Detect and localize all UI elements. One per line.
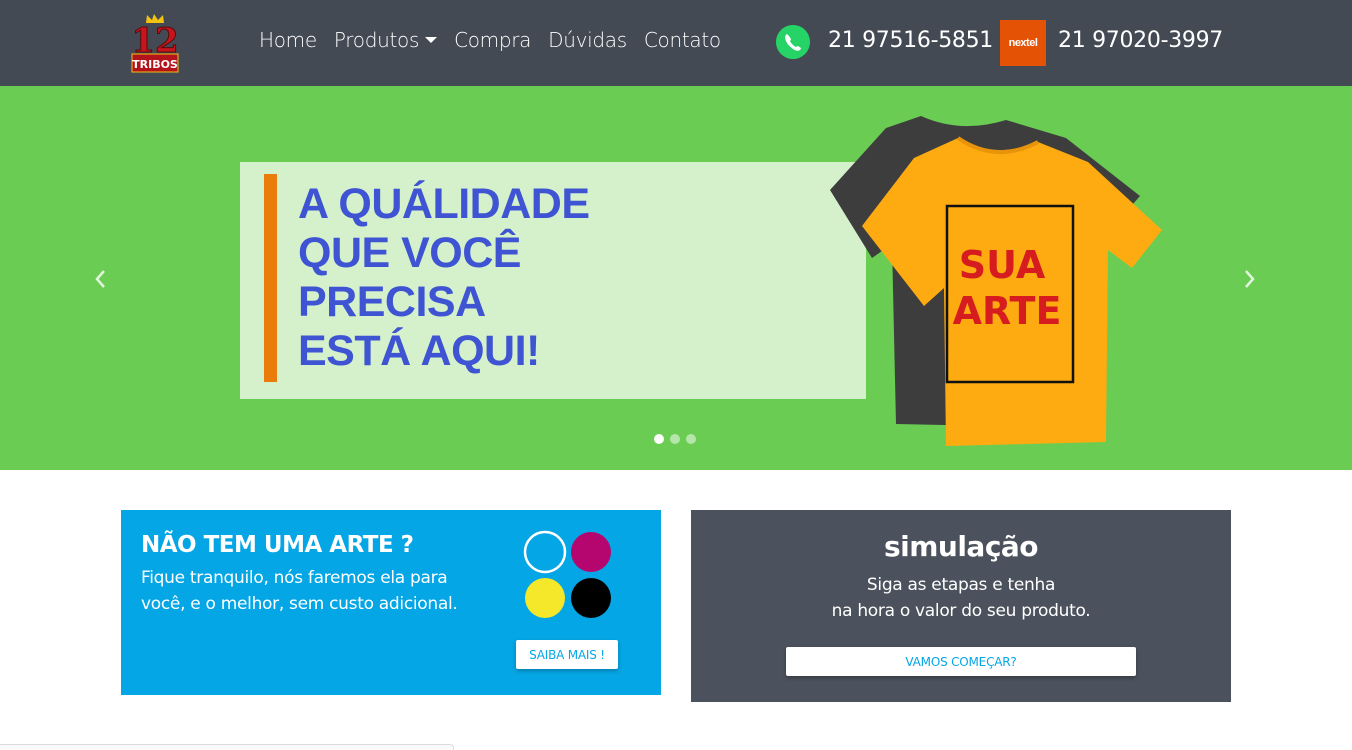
saiba-mais-button[interactable]: SAIBA MAIS !: [516, 640, 618, 669]
hero-headline: A QUÁLIDADE QUE VOCÊ PRECISA ESTÁ AQUI!: [298, 180, 590, 376]
hero-banner-box: A QUÁLIDADE QUE VOCÊ PRECISA ESTÁ AQUI!: [240, 162, 866, 399]
top-navbar: 12 TRIBOS Home Produtos Compra Dúvidas C…: [0, 0, 1352, 86]
carousel-prev-chevron-icon[interactable]: [90, 264, 110, 294]
card-text: Fique tranquilo, nós faremos ela para vo…: [141, 568, 458, 614]
card-title: NÃO TEM UMA ARTE ?: [141, 532, 414, 558]
nextel-phone[interactable]: 21 97020-3997: [1058, 28, 1223, 53]
shirt-text: ARTE: [953, 289, 1062, 333]
nav-duvidas[interactable]: Dúvidas: [548, 28, 627, 52]
no-art-card: NÃO TEM UMA ARTE ? Fique tranquilo, nós …: [121, 510, 661, 695]
logo-word: TRIBOS: [132, 58, 178, 71]
card-text: Siga as etapas e tenha na hora o valor d…: [691, 572, 1231, 624]
hero-line: QUE VOCÊ: [298, 229, 521, 277]
nav-compra[interactable]: Compra: [454, 28, 531, 52]
carousel-indicators: [654, 434, 702, 444]
hero-line: A QUÁLIDADE: [298, 180, 590, 228]
whatsapp-phone[interactable]: 21 97516-5851: [828, 28, 993, 53]
caret-down-icon: [425, 37, 438, 43]
carousel-dot[interactable]: [670, 434, 680, 444]
nav-contato[interactable]: Contato: [644, 28, 721, 52]
card-text-line: na hora o valor do seu produto.: [831, 601, 1091, 621]
hero-carousel: A QUÁLIDADE QUE VOCÊ PRECISA ESTÁ AQUI! …: [0, 86, 1352, 470]
carousel-next-chevron-icon[interactable]: [1240, 264, 1260, 294]
carousel-dot[interactable]: [686, 434, 696, 444]
bottom-panel-edge: [0, 744, 454, 750]
nextel-icon: nextel: [1000, 20, 1046, 66]
tshirts-image: SUA ARTE: [830, 116, 1162, 446]
hero-line: ESTÁ AQUI!: [298, 327, 540, 375]
brand-logo[interactable]: 12 TRIBOS: [130, 12, 180, 74]
hero-accent-bar: [264, 174, 277, 382]
hero-line: PRECISA: [298, 278, 486, 326]
vamos-comecar-button[interactable]: VAMOS COMEÇAR?: [786, 647, 1136, 676]
nextel-label: nextel: [1008, 37, 1038, 49]
whatsapp-icon[interactable]: [776, 25, 810, 59]
carousel-dot[interactable]: [654, 434, 664, 444]
shirt-text: SUA: [959, 243, 1046, 287]
main-nav: Home Produtos Compra Dúvidas Contato: [259, 28, 738, 52]
nav-home[interactable]: Home: [259, 28, 317, 52]
nav-produtos-label: Produtos: [333, 28, 420, 52]
cmyk-circles-icon: [523, 530, 611, 618]
card-text-line: Siga as etapas e tenha: [866, 575, 1056, 595]
card-title: simulação: [883, 530, 1039, 563]
nav-produtos-dropdown[interactable]: Produtos: [333, 28, 438, 52]
simulation-card: simulação Siga as etapas e tenha na hora…: [691, 510, 1231, 702]
